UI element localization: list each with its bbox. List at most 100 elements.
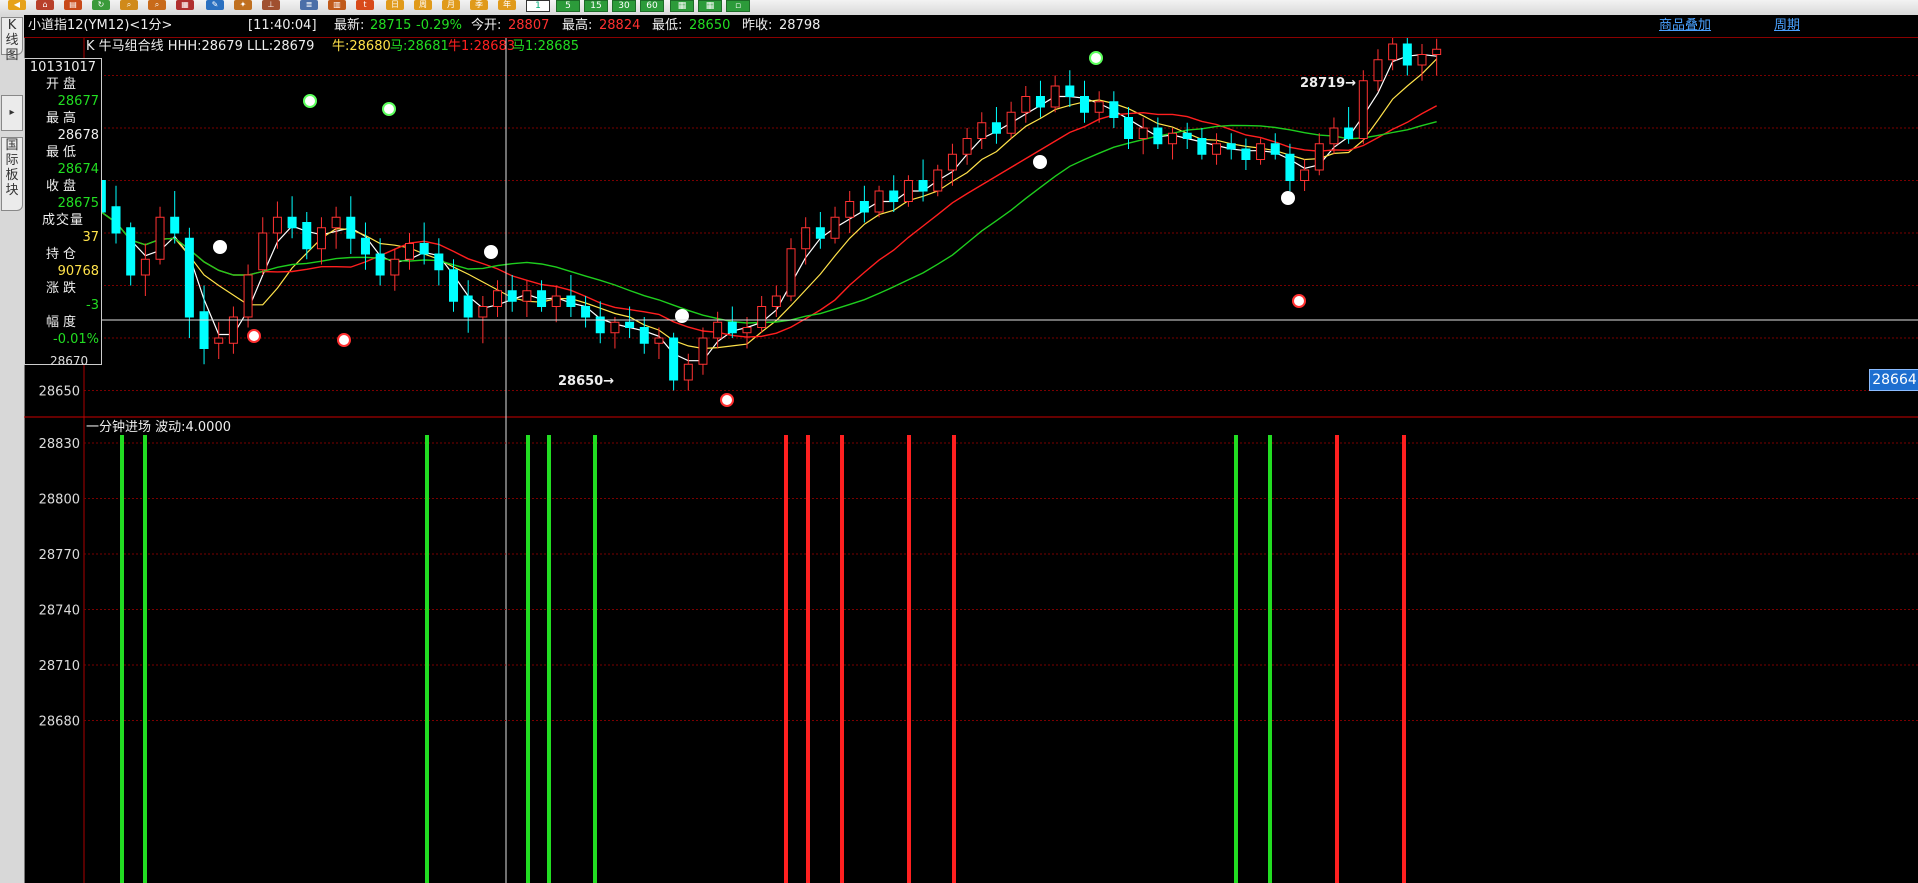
signal-bar-green (1234, 435, 1238, 883)
candle-body (625, 321, 635, 328)
back-icon[interactable]: ◀ (8, 0, 26, 10)
prev-close-label: 昨收: (742, 18, 773, 33)
signal-bar-red (840, 435, 844, 883)
tools-icon[interactable]: ✦ (234, 0, 252, 10)
info-amp-value: -0.01% (53, 332, 99, 347)
candle-body (1182, 132, 1192, 139)
signal-bar-green (593, 435, 597, 883)
candle-body (771, 295, 781, 307)
sub-y-tick-label: 28710 (39, 659, 80, 674)
low-annotation: 28650→ (558, 374, 614, 389)
candle-body (331, 216, 341, 229)
candle-body (947, 153, 957, 171)
tick-icon[interactable]: t (356, 0, 374, 10)
candle-body (801, 227, 811, 250)
face-icon (303, 94, 317, 108)
candle-body (346, 216, 356, 239)
info-close-value: 28675 (57, 196, 99, 211)
tab-kline-label: K线图 (5, 18, 19, 63)
candle-body (1270, 143, 1280, 155)
period-custom-button[interactable]: ▦ (670, 0, 694, 12)
period-link[interactable]: 周期 (1774, 15, 1800, 37)
high-annotation: 28719→ (1300, 76, 1356, 91)
candle-body (1109, 101, 1119, 118)
candle-body (1432, 48, 1442, 55)
home-icon[interactable]: ⌂ (36, 0, 54, 10)
year-icon[interactable]: 年 (498, 0, 516, 10)
candle-body (639, 327, 649, 344)
info-date: 10131017 (29, 60, 97, 75)
face-icon (720, 393, 734, 407)
sub-y-tick-label: 28740 (39, 604, 80, 619)
hidden-tick-label: 28670 (50, 354, 89, 368)
candle-body (1241, 148, 1251, 160)
candle-body (991, 122, 1001, 134)
season-icon[interactable]: 季 (470, 0, 488, 10)
open-label: 今开: (471, 18, 502, 33)
period-60min-button[interactable]: 60 (640, 0, 664, 12)
draw-icon[interactable]: ✎ (206, 0, 224, 10)
signal-bar-green (143, 435, 147, 883)
ma-yellow-line (100, 58, 1438, 350)
week-icon[interactable]: 周 (414, 0, 432, 10)
refresh-icon[interactable]: ↻ (92, 0, 110, 10)
day-icon[interactable]: 日 (386, 0, 404, 10)
list-icon[interactable]: ≣ (300, 0, 318, 10)
candle-body (669, 337, 679, 381)
multi-chart-icon[interactable]: ▥ (328, 0, 346, 10)
signal-faces (213, 51, 1306, 407)
face-icon (1281, 191, 1295, 205)
info-high-value: 28678 (57, 128, 99, 143)
period-5min-button[interactable]: 5 (556, 0, 580, 12)
zoom-icon[interactable]: ⌕ (148, 0, 166, 10)
candle-body (155, 216, 165, 260)
tab-kline[interactable]: K线图 (1, 17, 23, 63)
quote-time: [11:40:04] (248, 18, 317, 33)
high-label: 最高: (562, 18, 593, 33)
latest-price: 28715 (370, 18, 412, 33)
candle-body (1417, 54, 1427, 66)
candle-body (1006, 111, 1016, 134)
period-1min-button[interactable]: 1 (526, 0, 550, 12)
bull1-ma-label: 牛1:28683 (448, 39, 515, 54)
pin-icon[interactable]: ⊥ (262, 0, 280, 10)
period-single-button[interactable]: ▫ (726, 0, 750, 12)
candle-body (830, 216, 840, 239)
candle-body (683, 363, 693, 381)
candle-body (1314, 143, 1324, 171)
info-oi-label: 持仓 (45, 247, 80, 262)
candle-body (757, 306, 767, 328)
candle-body (1226, 143, 1236, 150)
info-close-label: 收盘 (45, 179, 80, 194)
overlay-link[interactable]: 商品叠加 (1659, 15, 1711, 37)
chart-area[interactable]: K 牛马组合线 HHH:28679 LLL:28679 牛:28680 马:28… (24, 38, 1918, 883)
candle-body (962, 138, 972, 155)
indicator-icon[interactable]: ▦ (176, 0, 194, 10)
collapse-arrow-icon[interactable]: ▸ (1, 95, 23, 131)
period-15min-button[interactable]: 15 (584, 0, 608, 12)
info-low-value: 28674 (57, 162, 99, 177)
signal-bar-green (1268, 435, 1272, 883)
candle-body (654, 337, 664, 344)
candle-body (272, 216, 282, 234)
period-30min-button[interactable]: 30 (612, 0, 636, 12)
open-price: 28807 (508, 18, 550, 33)
candle-body (874, 190, 884, 213)
month-icon[interactable]: 月 (442, 0, 460, 10)
search-icon[interactable]: ⌕ (120, 0, 138, 10)
latest-label: 最新: (334, 18, 365, 33)
period-multi-button[interactable]: ▦ (698, 0, 722, 12)
candle-body (287, 216, 297, 229)
tab-international[interactable]: 国际板块 (1, 137, 23, 211)
moving-average-lines (100, 53, 1438, 362)
info-open-value: 28677 (57, 94, 99, 109)
news-icon[interactable]: ▤ (64, 0, 82, 10)
ma-red-line (100, 105, 1437, 338)
signal-bar-red (784, 435, 788, 883)
info-oi-value: 90768 (57, 264, 99, 279)
candle-body (243, 274, 253, 318)
high-price: 28824 (599, 18, 641, 33)
candle-body (463, 295, 473, 318)
face-icon (247, 329, 261, 343)
candle-body (1300, 169, 1310, 181)
